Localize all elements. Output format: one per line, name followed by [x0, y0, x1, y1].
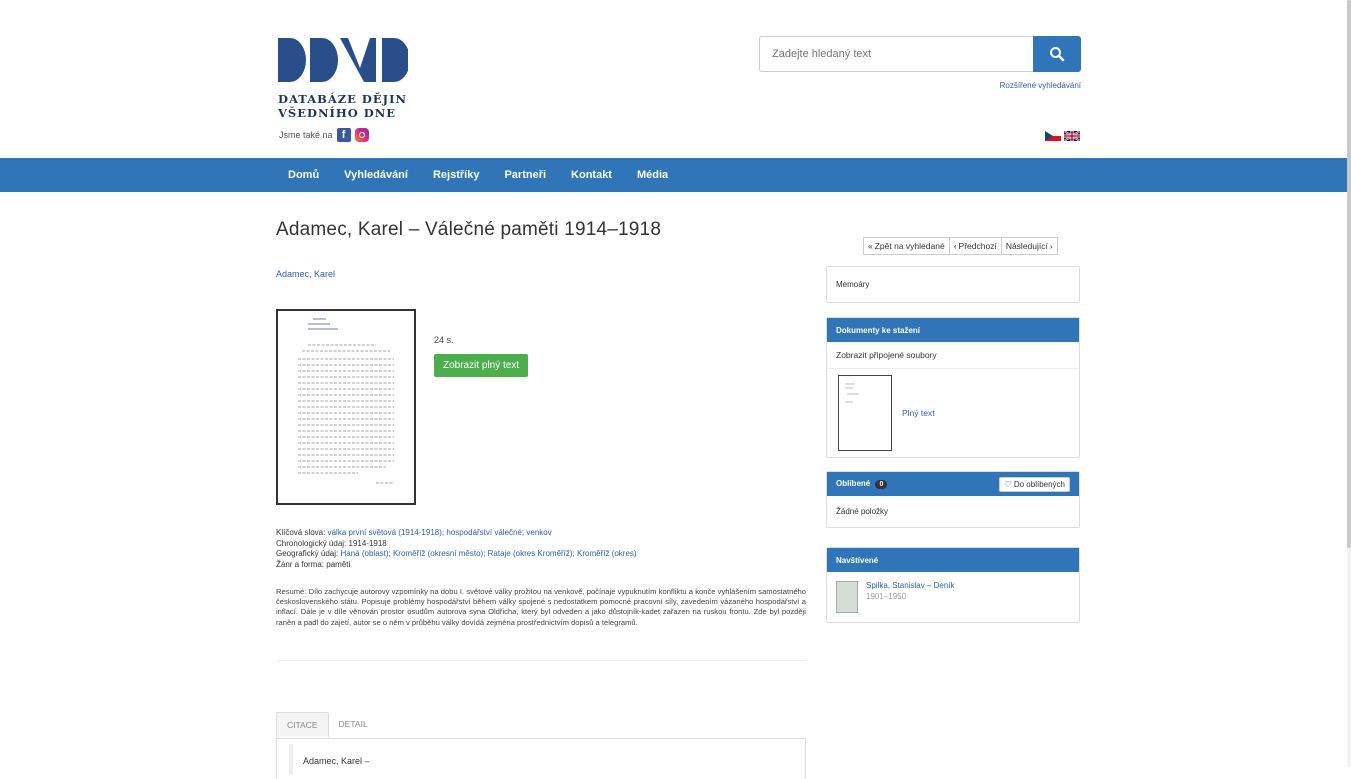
- search-button[interactable]: [1033, 36, 1081, 72]
- favorites-count-badge: 0: [875, 480, 888, 489]
- manuscript-page-image: [298, 318, 394, 484]
- double-chevron-left-icon: «: [868, 241, 873, 251]
- social-links: Jsme také na f: [279, 128, 369, 142]
- section-divider: [276, 660, 806, 661]
- main-navbar: Domů Vyhledávání Rejstříky Partneři Kont…: [0, 158, 1347, 192]
- search-input[interactable]: [759, 36, 1033, 72]
- logo-line1: DATABÁZE DĚJIN: [278, 92, 407, 106]
- previous-button[interactable]: ‹ Předchozí: [949, 237, 1002, 255]
- citation-text: Adamec, Karel –: [303, 756, 370, 766]
- favorites-empty: Žádné položky: [836, 507, 889, 516]
- visited-header: Navštívené: [827, 548, 1079, 572]
- instagram-icon[interactable]: [354, 128, 369, 142]
- nav-media[interactable]: Média: [637, 169, 668, 181]
- next-label: Následující: [1005, 241, 1048, 251]
- previous-label: Předchozí: [958, 241, 997, 251]
- chronology-value: 1914-1918: [348, 538, 387, 548]
- downloads-header: Dokumenty ke stažení: [827, 318, 1079, 342]
- visited-box: Navštívené Spilka, Stanislav – Deník 190…: [826, 547, 1080, 623]
- social-label: Jsme také na: [279, 130, 333, 140]
- language-switcher: [1045, 131, 1080, 141]
- genre-label: Žánr a forma:: [276, 559, 325, 569]
- add-to-favorites-label: Do oblíbených: [1013, 479, 1065, 489]
- document-thumbnail[interactable]: [276, 309, 416, 505]
- site-logo[interactable]: DATABÁZE DĚJIN VŠEDNÍHO DNE: [278, 38, 418, 120]
- page-title: Adamec, Karel – Válečné paměti 1914–1918: [276, 219, 662, 240]
- czech-flag-icon[interactable]: [1045, 131, 1061, 141]
- record-pager: « Zpět na vyhledané ‹ Předchozí Následuj…: [863, 237, 1058, 255]
- back-to-results-button[interactable]: « Zpět na vyhledané: [863, 237, 950, 255]
- chevron-right-icon: ›: [1049, 241, 1053, 251]
- chronology-label: Chronologický údaj:: [276, 538, 347, 548]
- show-attached-files-link[interactable]: Zobrazit připojené soubory: [827, 342, 1079, 369]
- next-button[interactable]: Následující ›: [1001, 237, 1058, 255]
- facebook-icon[interactable]: f: [336, 128, 351, 142]
- visited-item-title[interactable]: Spilka, Stanislav – Deník: [866, 581, 955, 590]
- downloads-title: Dokumenty ke stažení: [836, 325, 921, 335]
- favorites-title: Oblíbené: [836, 479, 871, 488]
- advanced-search-link[interactable]: Rozšířené vyhledávání: [1000, 81, 1081, 90]
- chronology-row: Chronologický údaj: 1914-1918: [276, 539, 796, 550]
- add-to-favorites-button[interactable]: ♡ Do oblíbených: [999, 476, 1070, 492]
- geo-links[interactable]: Haná (oblast); Kroměříž (okresní město);…: [341, 549, 637, 558]
- chevron-left-icon: ‹: [953, 241, 957, 251]
- downloads-box: Dokumenty ke stažení Zobrazit připojené …: [826, 317, 1080, 458]
- keywords-links[interactable]: válka první světová (1914-1918); hospodá…: [328, 528, 552, 537]
- visited-title: Navštívené: [836, 555, 879, 565]
- record-tabs: CITACE DETAIL: [276, 712, 378, 737]
- nav-home[interactable]: Domů: [288, 169, 319, 181]
- tab-citation[interactable]: CITACE: [276, 712, 329, 737]
- genre-row: Žánr a forma: paměti: [276, 560, 796, 571]
- page-count: 24 s.: [434, 335, 454, 345]
- heart-icon: ♡: [1004, 479, 1012, 489]
- keywords-label: Klíčová slova:: [276, 528, 326, 537]
- geo-label: Geografický údaj:: [276, 549, 339, 558]
- visited-item-date: 1901–1950: [866, 592, 907, 601]
- visited-item[interactable]: Spilka, Stanislav – Deník 1901–1950: [827, 572, 1079, 622]
- document-file-thumbnail: [838, 375, 892, 451]
- tab-detail[interactable]: DETAIL: [329, 712, 378, 737]
- nav-partners[interactable]: Partneři: [504, 169, 546, 181]
- search-icon: [1050, 47, 1065, 62]
- author-link[interactable]: Adamec, Karel: [276, 269, 335, 279]
- favorites-header: Oblíbené 0 ♡ Do oblíbených: [827, 472, 1079, 496]
- visited-item-thumbnail: [836, 581, 858, 613]
- show-fulltext-button[interactable]: Zobrazit plný text: [434, 354, 529, 377]
- category-box: Memoáry: [826, 266, 1080, 303]
- scrollbar-thumb[interactable]: [1347, 0, 1351, 548]
- logo-line2: VŠEDNÍHO DNE: [278, 106, 396, 120]
- english-flag-icon[interactable]: [1064, 131, 1080, 141]
- favorites-box: Oblíbené 0 ♡ Do oblíbených Žádné položky: [826, 471, 1080, 528]
- logo-mark-icon: [278, 38, 410, 82]
- citation-block: Adamec, Karel –: [289, 744, 370, 774]
- category-label: Memoáry: [836, 280, 870, 289]
- nav-contact[interactable]: Kontakt: [571, 169, 612, 181]
- citation-panel: Adamec, Karel –: [276, 738, 806, 779]
- file-preview-icon: [845, 383, 859, 403]
- geo-row: Geografický údaj: Haná (oblast); Kroměří…: [276, 549, 796, 560]
- nav-search[interactable]: Vyhledávání: [344, 169, 408, 181]
- page-scrollbar[interactable]: [1347, 0, 1351, 767]
- nav-registers[interactable]: Rejstříky: [433, 169, 479, 181]
- download-item-label: Plný text: [902, 408, 935, 418]
- record-resume: Resumé: Dílo zachycuje autorovy vzpomínk…: [276, 587, 806, 627]
- search-form: [759, 36, 1081, 72]
- record-metadata: Klíčová slova: válka první světová (1914…: [276, 528, 796, 570]
- keywords-row: Klíčová slova: válka první světová (1914…: [276, 528, 796, 539]
- download-item[interactable]: Plný text: [827, 369, 1079, 457]
- favorites-title-wrap: Oblíbené 0: [836, 479, 888, 489]
- back-label: Zpět na vyhledané: [874, 241, 945, 251]
- genre-value: paměti: [326, 559, 351, 569]
